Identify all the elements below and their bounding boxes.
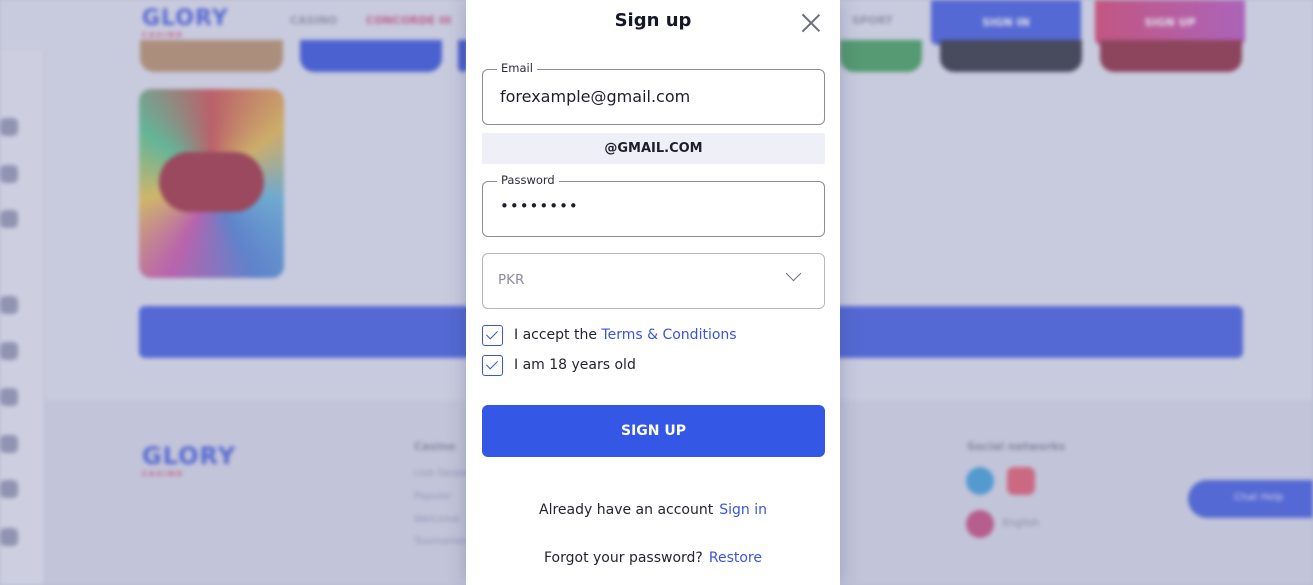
forgot-line: Forgot your password? Restore bbox=[466, 550, 840, 566]
terms-link[interactable]: Terms & Conditions bbox=[601, 327, 736, 343]
close-icon[interactable] bbox=[800, 12, 822, 34]
terms-row: I accept the Terms & Conditions bbox=[482, 325, 782, 347]
currency-select[interactable]: PKR bbox=[482, 253, 825, 309]
sign-in-link[interactable]: Sign in bbox=[719, 502, 767, 518]
have-account-line: Already have an account Sign in bbox=[466, 502, 840, 518]
sign-up-modal: Sign up Email forexample@gmail.com @GMAI… bbox=[466, 0, 840, 585]
age-label: I am 18 years old bbox=[514, 357, 636, 373]
age-checkbox[interactable] bbox=[482, 355, 503, 376]
email-field[interactable]: Email forexample@gmail.com bbox=[482, 61, 825, 125]
terms-checkbox[interactable] bbox=[482, 325, 503, 346]
password-value[interactable]: •••••••• bbox=[500, 197, 579, 215]
currency-value: PKR bbox=[498, 272, 525, 288]
password-field[interactable]: Password •••••••• bbox=[482, 173, 825, 237]
have-account-text: Already have an account bbox=[539, 502, 714, 518]
terms-label: I accept the Terms & Conditions bbox=[514, 327, 737, 343]
modal-title: Sign up bbox=[614, 10, 692, 31]
password-label: Password bbox=[497, 173, 559, 187]
email-domain-suggestion[interactable]: @GMAIL.COM bbox=[482, 133, 825, 164]
sign-up-button[interactable]: SIGN UP bbox=[482, 405, 825, 457]
chevron-down-icon bbox=[785, 265, 802, 282]
forgot-text: Forgot your password? bbox=[544, 550, 703, 566]
email-value[interactable]: forexample@gmail.com bbox=[500, 87, 690, 106]
restore-link[interactable]: Restore bbox=[709, 550, 762, 566]
email-label: Email bbox=[497, 61, 537, 75]
age-row: I am 18 years old bbox=[482, 355, 782, 377]
terms-prefix: I accept the bbox=[514, 327, 602, 343]
